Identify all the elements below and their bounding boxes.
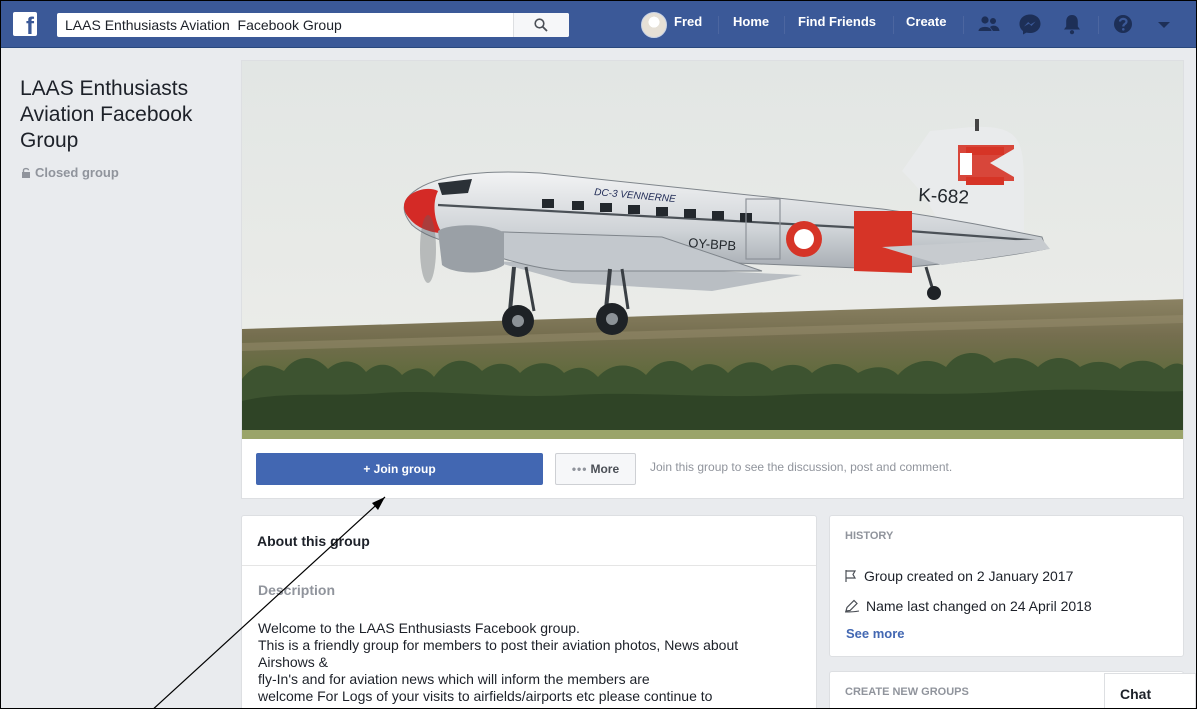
about-card-header: About this group xyxy=(242,516,816,566)
search-icon xyxy=(534,18,548,32)
history-renamed-text: Name last changed on 24 April 2018 xyxy=(866,598,1092,614)
notifications-icon[interactable] xyxy=(1059,12,1085,36)
description-text: Welcome to the LAAS Enthusiasts Facebook… xyxy=(258,620,739,704)
group-title: LAAS Enthusiasts Aviation Facebook Group xyxy=(20,77,193,152)
aircraft-tail-code: K-682 xyxy=(918,185,970,209)
history-renamed-row: Name last changed on 24 April 2018 xyxy=(844,598,1092,614)
find-friends-link[interactable]: Find Friends xyxy=(798,14,876,29)
search-button[interactable] xyxy=(513,13,569,37)
group-action-bar: + Join group ••• More Join this group to … xyxy=(241,439,1184,499)
history-title: HISTORY xyxy=(845,530,894,542)
cover-photo[interactable]: DC-3 VENNERNE OY-BPB K-682 xyxy=(241,60,1184,439)
more-button[interactable]: ••• More xyxy=(555,453,636,485)
profile-link[interactable]: Fred xyxy=(674,14,702,29)
friend-requests-icon[interactable] xyxy=(976,12,1002,36)
flag-icon xyxy=(845,570,857,582)
privacy-text: Closed group xyxy=(35,165,119,180)
nav-divider xyxy=(1098,16,1099,34)
nav-divider xyxy=(784,16,785,34)
history-card: HISTORY Group created on 2 January 2017 … xyxy=(829,515,1184,657)
privacy-label: Closed group xyxy=(21,165,119,180)
search-input[interactable] xyxy=(57,13,512,37)
home-link[interactable]: Home xyxy=(733,14,769,29)
description-label: Description xyxy=(258,582,336,598)
top-bar: f Fred Home Find Friends Create xyxy=(1,0,1196,48)
facebook-logo-icon[interactable]: f xyxy=(13,12,37,36)
history-created-text: Group created on 2 January 2017 xyxy=(864,568,1074,584)
history-created-row: Group created on 2 January 2017 xyxy=(844,568,1073,584)
messenger-icon[interactable] xyxy=(1017,12,1043,36)
create-link[interactable]: Create xyxy=(906,14,946,29)
about-title: About this group xyxy=(257,533,370,549)
edit-pencil-icon xyxy=(844,599,860,613)
nav-divider xyxy=(963,16,964,34)
see-more-link[interactable]: See more xyxy=(846,626,905,641)
join-hint-text: Join this group to see the discussion, p… xyxy=(650,460,953,474)
search-box xyxy=(57,13,569,37)
nav-divider xyxy=(893,16,894,34)
more-dots-icon: ••• xyxy=(571,462,588,476)
help-icon[interactable] xyxy=(1111,12,1137,36)
account-menu-icon[interactable] xyxy=(1151,12,1177,36)
lock-icon xyxy=(21,166,31,178)
chat-tab[interactable]: Chat xyxy=(1104,673,1196,709)
nav-divider xyxy=(718,16,719,34)
more-button-label: More xyxy=(590,462,620,476)
join-group-button[interactable]: + Join group xyxy=(256,453,543,485)
user-avatar[interactable] xyxy=(641,12,667,38)
about-card: About this group Description Welcome to … xyxy=(241,515,817,709)
create-groups-title: CREATE NEW GROUPS xyxy=(845,686,969,698)
